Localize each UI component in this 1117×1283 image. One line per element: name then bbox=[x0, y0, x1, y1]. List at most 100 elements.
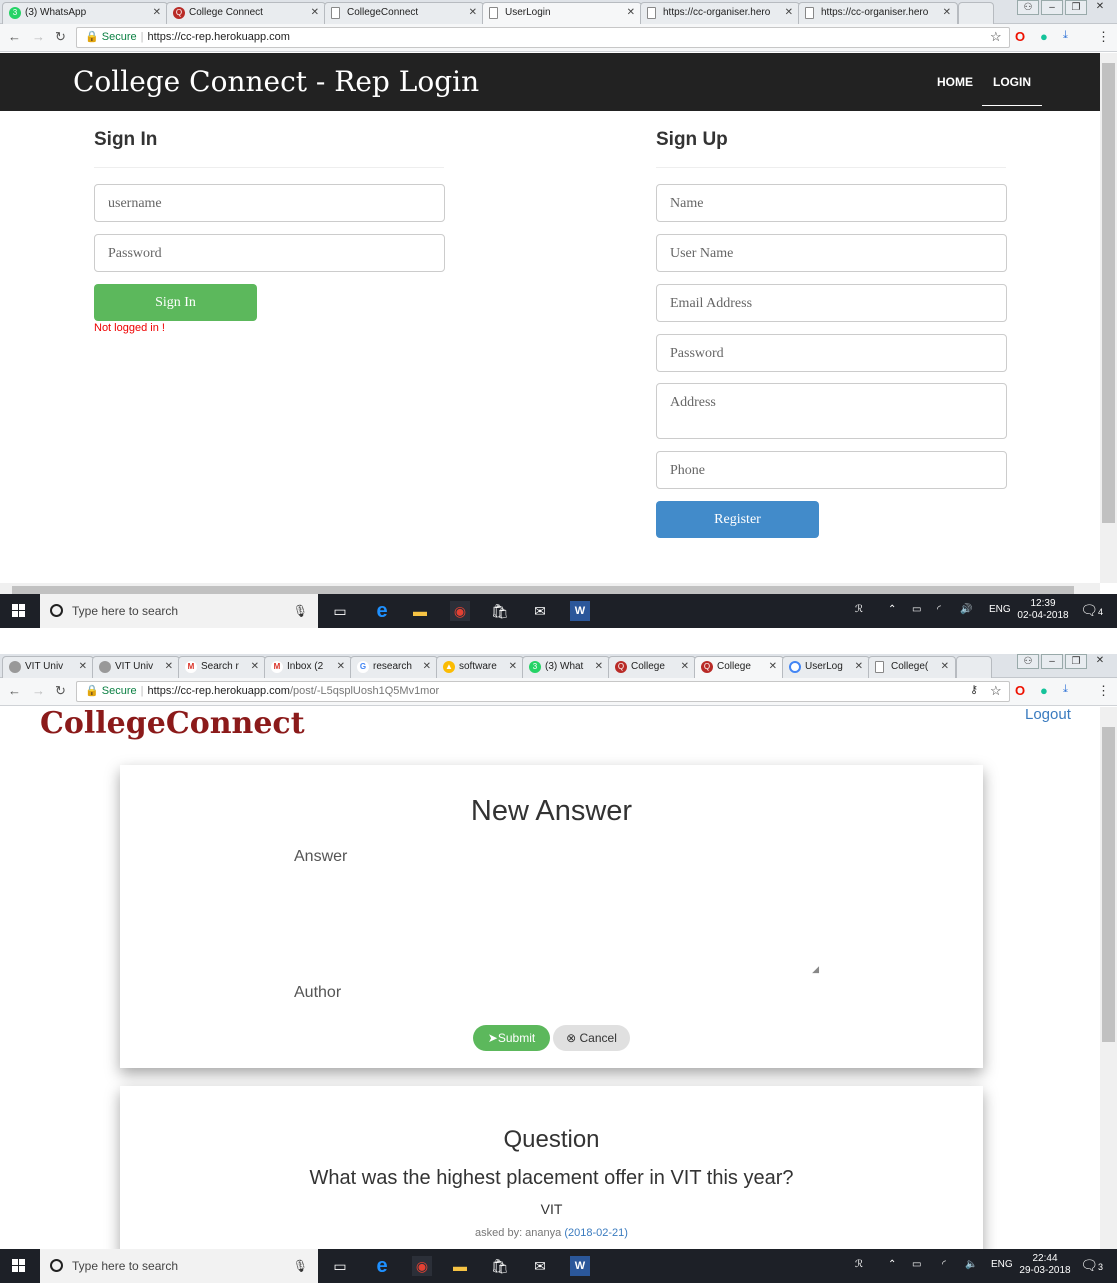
url-field[interactable]: 🔒 Secure | https://cc-rep.herokuapp.com bbox=[76, 27, 1010, 48]
close-icon[interactable]: ✕ bbox=[941, 657, 949, 677]
close-icon[interactable]: ✕ bbox=[509, 657, 517, 677]
store-icon[interactable]: 🛍 bbox=[490, 1256, 510, 1276]
address-textarea[interactable]: Address bbox=[656, 383, 1007, 439]
close-icon[interactable]: ✕ bbox=[769, 657, 777, 677]
phone-input[interactable]: Phone bbox=[656, 451, 1007, 489]
close-icon[interactable]: ✕ bbox=[79, 657, 87, 677]
username-input[interactable]: username bbox=[94, 184, 445, 222]
browser-tab[interactable]: 3 (3) WhatsApp ✕ bbox=[2, 2, 168, 24]
browser-tab-active[interactable]: Q College ✕ bbox=[694, 656, 784, 678]
battery-icon[interactable]: ▭ bbox=[912, 1259, 921, 1270]
back-icon[interactable]: ← bbox=[8, 683, 21, 698]
microphone-icon[interactable]: 🎙 bbox=[293, 594, 308, 628]
people-icon[interactable]: ℛ bbox=[855, 604, 863, 615]
nav-home[interactable]: HOME bbox=[937, 75, 973, 89]
browser-tab[interactable]: College(✕ bbox=[868, 656, 956, 678]
name-input[interactable]: Name bbox=[656, 184, 1007, 222]
password-input[interactable]: Password bbox=[94, 234, 445, 272]
close-icon[interactable]: ✕ bbox=[469, 3, 477, 23]
edge-icon[interactable]: e bbox=[372, 601, 392, 621]
language-indicator[interactable]: ENG bbox=[991, 1259, 1013, 1270]
chevron-up-icon[interactable]: ⌃ bbox=[888, 1259, 896, 1270]
browser-tab[interactable]: UserLog ✕ bbox=[782, 656, 870, 678]
volume-icon[interactable]: 🔊 bbox=[960, 604, 972, 615]
windows-start-icon[interactable] bbox=[12, 604, 26, 618]
menu-icon[interactable]: ⋮ bbox=[1097, 29, 1110, 45]
profile-icon[interactable]: ⚇ bbox=[1017, 654, 1039, 669]
scrollbar-thumb[interactable] bbox=[12, 586, 1074, 594]
word-icon[interactable]: W bbox=[570, 601, 590, 621]
close-icon[interactable]: ✕ bbox=[855, 657, 863, 677]
browser-tab[interactable]: M Inbox (2 ✕ bbox=[264, 656, 352, 678]
minimize-icon[interactable]: – bbox=[1041, 0, 1063, 15]
volume-icon[interactable]: 🔈 bbox=[965, 1259, 977, 1270]
profile-icon[interactable]: ⚇ bbox=[1017, 0, 1039, 15]
email-input[interactable]: Email Address bbox=[656, 284, 1007, 322]
nav-login[interactable]: LOGIN bbox=[982, 75, 1042, 106]
sign-in-button[interactable]: Sign In bbox=[94, 284, 257, 321]
store-icon[interactable]: 🛍 bbox=[490, 601, 510, 621]
minimize-icon[interactable]: – bbox=[1041, 654, 1063, 669]
vertical-scrollbar[interactable] bbox=[1100, 53, 1117, 583]
browser-tab[interactable]: Q College Connect ✕ bbox=[166, 2, 326, 24]
grammarly-icon[interactable]: ● bbox=[1040, 683, 1048, 698]
site-brand[interactable]: College Connect - Rep Login bbox=[73, 65, 479, 98]
menu-icon[interactable]: ⋮ bbox=[1097, 683, 1110, 699]
key-icon[interactable]: ⚷ bbox=[970, 683, 978, 696]
url-field[interactable]: 🔒 Secure | https://cc-rep.herokuapp.com/po… bbox=[76, 681, 1010, 702]
close-icon[interactable]: ✕ bbox=[627, 3, 635, 23]
resize-grip-icon[interactable]: ◢ bbox=[812, 964, 819, 975]
close-icon[interactable]: ✕ bbox=[681, 657, 689, 677]
word-icon[interactable]: W bbox=[570, 1256, 590, 1276]
browser-tab[interactable]: https://cc-organiser.hero ✕ bbox=[798, 2, 958, 24]
scrollbar-thumb[interactable] bbox=[1102, 63, 1115, 523]
browser-tab-active[interactable]: UserLogin ✕ bbox=[482, 2, 642, 24]
chrome-icon[interactable]: ◉ bbox=[412, 1256, 432, 1276]
submit-button[interactable]: ➤Submit bbox=[473, 1025, 550, 1051]
back-icon[interactable]: ← bbox=[8, 29, 21, 44]
taskbar-search[interactable]: Type here to search 🎙 bbox=[40, 594, 318, 628]
browser-tab[interactable]: https://cc-organiser.hero ✕ bbox=[640, 2, 800, 24]
close-icon[interactable]: ✕ bbox=[251, 657, 259, 677]
close-icon[interactable]: ✕ bbox=[595, 657, 603, 677]
language-indicator[interactable]: ENG bbox=[989, 604, 1011, 615]
windows-start-icon[interactable] bbox=[12, 1259, 26, 1273]
close-icon[interactable]: ✕ bbox=[337, 657, 345, 677]
task-view-icon[interactable]: ▭ bbox=[330, 1256, 350, 1276]
opera-icon[interactable]: O bbox=[1015, 683, 1025, 698]
mail-icon[interactable]: ✉ bbox=[530, 1256, 550, 1276]
reload-icon[interactable]: ↻ bbox=[55, 683, 66, 699]
browser-tab[interactable]: VIT Univ ✕ bbox=[2, 656, 94, 678]
browser-tab[interactable]: Gresearch ✕ bbox=[350, 656, 438, 678]
opera-icon[interactable]: O bbox=[1015, 29, 1025, 44]
mail-icon[interactable]: ✉ bbox=[530, 601, 550, 621]
file-explorer-icon[interactable]: ▬ bbox=[450, 1256, 470, 1276]
notification-icon[interactable]: 🗨4 bbox=[1080, 602, 1103, 619]
browser-tab[interactable]: ▲ software ✕ bbox=[436, 656, 524, 678]
close-icon[interactable]: ✕ bbox=[943, 3, 951, 23]
browser-tab[interactable]: Q College ✕ bbox=[608, 656, 696, 678]
browser-tab[interactable]: VIT Univ ✕ bbox=[92, 656, 180, 678]
register-button[interactable]: Register bbox=[656, 501, 819, 538]
edge-icon[interactable]: e bbox=[372, 1256, 392, 1276]
potv-icon[interactable]: ⤓ bbox=[1063, 29, 1068, 42]
answer-textarea[interactable]: ◢ bbox=[294, 875, 819, 975]
scrollbar-thumb[interactable] bbox=[1102, 727, 1115, 1042]
close-icon[interactable]: ✕ bbox=[165, 657, 173, 677]
forward-icon[interactable]: → bbox=[32, 29, 45, 44]
battery-icon[interactable]: ▭ bbox=[912, 604, 921, 615]
browser-tab[interactable]: 3 (3) What ✕ bbox=[522, 656, 610, 678]
wifi-icon[interactable]: ◜ bbox=[942, 1259, 946, 1270]
notification-icon[interactable]: 🗨3 bbox=[1080, 1257, 1103, 1274]
close-icon[interactable]: ✕ bbox=[785, 3, 793, 23]
browser-tab[interactable]: CollegeConnect ✕ bbox=[324, 2, 484, 24]
vertical-scrollbar[interactable] bbox=[1100, 707, 1117, 1249]
file-explorer-icon[interactable]: ▬ bbox=[410, 601, 430, 621]
restore-icon[interactable]: ❐ bbox=[1065, 654, 1087, 669]
browser-tab[interactable]: M Search r ✕ bbox=[178, 656, 266, 678]
taskbar-search[interactable]: Type here to search 🎙 bbox=[40, 1249, 318, 1283]
close-window-icon[interactable]: ✕ bbox=[1089, 0, 1111, 15]
logout-link[interactable]: Logout bbox=[1025, 706, 1071, 723]
cancel-button[interactable]: ⊗ Cancel bbox=[553, 1025, 630, 1051]
signup-password-input[interactable]: Password bbox=[656, 334, 1007, 372]
